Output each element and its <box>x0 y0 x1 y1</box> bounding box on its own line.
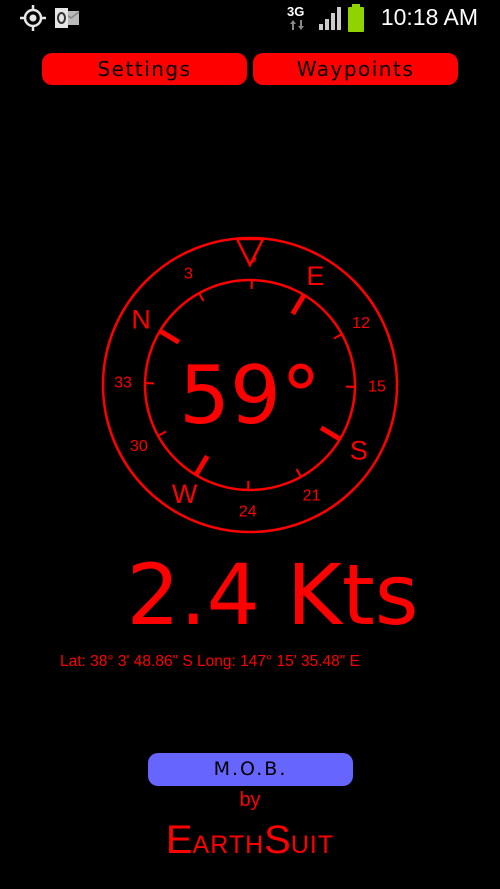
heading-pointer-icon <box>234 237 266 268</box>
compass-cardinal-tick <box>290 292 307 316</box>
brand-name: EARTHSUIT <box>165 818 335 862</box>
compass-degree-label: 21 <box>303 488 321 505</box>
speed-unit: Kts <box>286 546 419 644</box>
settings-button[interactable]: Settings <box>42 53 247 85</box>
compass-degree-label: 12 <box>352 315 370 332</box>
compass-cardinal-label: S <box>350 435 368 465</box>
compass-tick <box>333 332 344 340</box>
speed-readout: 2.4 Kts <box>0 545 500 645</box>
network-type-label: 3G <box>287 4 305 19</box>
waypoints-button[interactable]: Waypoints <box>253 53 458 85</box>
data-arrows-icon <box>290 20 304 30</box>
compass-tick <box>295 468 303 479</box>
compass-degree-label: 24 <box>239 503 257 520</box>
heading-readout: 59° <box>179 349 321 442</box>
signal-icon <box>319 7 341 30</box>
outlook-icon <box>55 8 80 28</box>
status-bar: 3G 10:18 AM <box>0 0 500 36</box>
compass-cardinal-label: W <box>172 479 198 509</box>
status-clock: 10:18 AM <box>380 4 478 30</box>
compass-tick <box>197 291 205 302</box>
compass-degree-label: 33 <box>114 374 132 391</box>
brand-logo: EARTHSUIT <box>0 818 500 863</box>
compass-degree-label: 15 <box>368 379 386 396</box>
compass-cardinal-tick <box>157 328 181 345</box>
compass-degree-label: 3 <box>184 265 193 282</box>
compass-cardinal-label: E <box>306 261 324 291</box>
coordinates-readout: Lat: 38° 3' 48.86" S Long: 147° 15' 35.4… <box>60 653 360 670</box>
app-screen: 3G 10:18 AM Settings Waypoints 361215212… <box>0 0 500 889</box>
compass-cardinal-tick <box>193 454 210 478</box>
compass-cardinal-label: N <box>131 305 151 335</box>
speed-value: 2.4 <box>126 546 261 644</box>
by-label: by <box>239 789 261 811</box>
compass-degree-label: 30 <box>130 438 148 455</box>
mob-button[interactable]: M.O.B. <box>148 753 353 786</box>
gps-icon <box>20 5 46 31</box>
battery-icon <box>348 4 364 32</box>
